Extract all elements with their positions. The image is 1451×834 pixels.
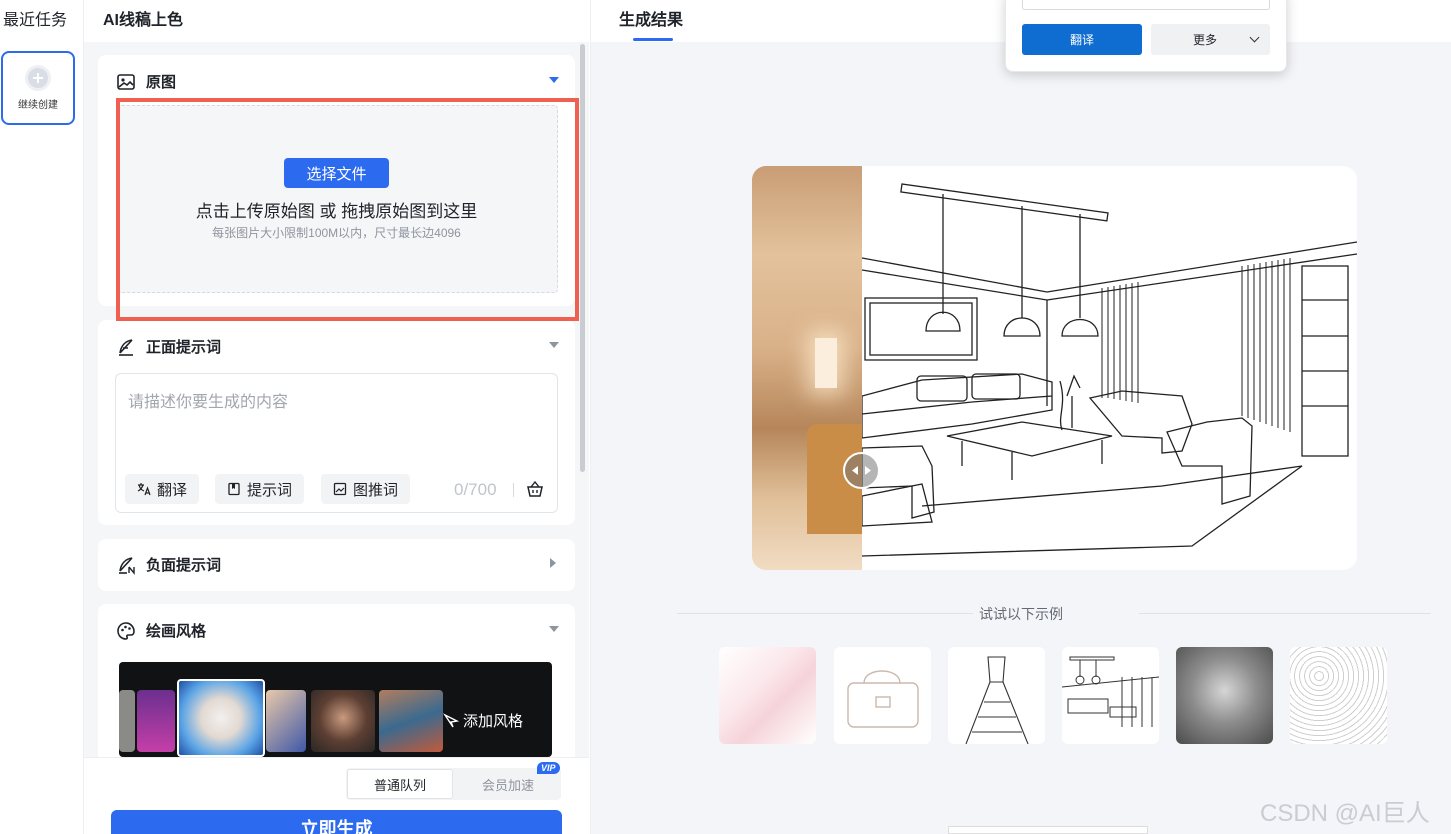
example-thumb-flowers[interactable] [719, 647, 816, 744]
normal-queue-option[interactable]: 普通队列 [347, 769, 453, 799]
negative-prompt-label: 负面提示词 [146, 557, 222, 574]
book-icon [228, 482, 240, 496]
feather-pen-icon [119, 338, 133, 356]
style-thumb[interactable] [137, 690, 175, 752]
tab-results[interactable]: 生成结果 [619, 6, 683, 30]
collapse-caret-icon[interactable] [549, 626, 559, 632]
collapse-caret-icon[interactable] [549, 342, 559, 348]
negative-prompt-header[interactable]: 负面提示词 [116, 554, 221, 575]
style-thumb-selected[interactable] [177, 679, 265, 757]
negative-pen-icon [119, 556, 135, 575]
translate-icon [137, 483, 151, 496]
lineart-sketch-half [861, 166, 1357, 570]
popup-more-button[interactable]: 更多 [1151, 24, 1270, 55]
negative-prompt-card[interactable]: 负面提示词 [98, 539, 575, 591]
original-image-header[interactable]: 原图 [116, 71, 176, 92]
example-thumb-livingroom[interactable] [1062, 647, 1159, 744]
translate-chip[interactable]: 翻译 [125, 474, 200, 504]
recent-tasks-rail: 最近任务 继续创建 [0, 0, 84, 834]
dress-sketch [965, 656, 1029, 744]
continue-create-button[interactable]: 继续创建 [1, 51, 75, 125]
prompt-placeholder: 请描述你要生成的内容 [128, 394, 289, 411]
example-thumb-girl-dragon[interactable] [1176, 647, 1273, 744]
panel-scrollbar[interactable] [580, 44, 585, 472]
style-thumb[interactable] [311, 690, 375, 752]
bottom-preview-strip [948, 826, 1148, 834]
positive-prompt-card: 正面提示词 请描述你要生成的内容 翻译 提示词 图推词 0/700 [98, 320, 575, 525]
painting-style-card: 绘画风格 添加风格 [98, 604, 575, 764]
image-prompt-icon [333, 482, 347, 496]
before-after-preview[interactable] [752, 166, 1357, 570]
queue-toggle: 普通队列 会员加速 VIP [346, 762, 561, 800]
painting-style-header[interactable]: 绘画风格 [116, 620, 206, 641]
lineart-sketch-image [861, 183, 1357, 557]
generate-bar: 普通队列 会员加速 VIP 立即生成 [84, 757, 589, 834]
popup-input[interactable] [1022, 0, 1270, 10]
highlight-annotation-box [116, 98, 579, 321]
prompt-words-chip[interactable]: 提示词 [215, 474, 305, 504]
continue-create-label: 继续创建 [18, 100, 58, 111]
example-thumb-cats[interactable] [1290, 647, 1387, 744]
image-to-prompt-chip[interactable]: 图推词 [321, 474, 411, 504]
original-image-label: 原图 [146, 74, 177, 91]
style-thumb[interactable] [379, 690, 443, 752]
example-thumb-bag[interactable] [834, 647, 931, 744]
lamp-glow [815, 338, 837, 388]
add-style-button[interactable]: 添加风格 [443, 710, 523, 731]
style-thumb[interactable] [266, 690, 306, 752]
colored-photo-half [752, 166, 862, 570]
style-thumb[interactable] [119, 690, 135, 752]
style-carousel[interactable]: 添加风格 [119, 662, 552, 757]
chevron-down-icon [1249, 32, 1260, 43]
compare-slider-handle[interactable] [843, 452, 880, 489]
expand-caret-icon[interactable] [550, 558, 556, 568]
watermark: CSDN @AI巨人 [1260, 800, 1430, 827]
active-tab-indicator [633, 38, 673, 41]
livingroom-sketch [1062, 656, 1159, 727]
palette-icon [117, 621, 135, 640]
char-counter: 0/700 [454, 480, 497, 499]
add-style-icon [443, 712, 459, 727]
example-thumb-dress[interactable] [948, 647, 1045, 744]
examples-heading: 试试以下示例 [979, 606, 1063, 622]
generate-now-button[interactable]: 立即生成 [111, 810, 562, 834]
painting-style-label: 绘画风格 [146, 623, 207, 640]
left-right-arrows-icon [852, 466, 871, 475]
image-icon [117, 73, 135, 90]
popup-translate-button[interactable]: 翻译 [1022, 24, 1142, 55]
positive-prompt-header[interactable]: 正面提示词 [116, 336, 221, 357]
plus-icon [25, 65, 51, 91]
result-area: 生成结果 试试以下示例 [590, 0, 1451, 834]
page-title: AI线稿上色 [103, 12, 184, 29]
bag-sketch [847, 670, 919, 728]
recent-tasks-title: 最近任务 [3, 12, 68, 29]
collapse-caret-icon[interactable] [549, 77, 559, 83]
vip-badge: VIP [537, 762, 560, 774]
translate-popup: 翻译 更多 [1005, 0, 1287, 72]
positive-prompt-label: 正面提示词 [146, 339, 222, 356]
clear-basket-icon[interactable] [526, 480, 544, 498]
positive-prompt-input[interactable]: 请描述你要生成的内容 翻译 提示词 图推词 0/700 [115, 373, 558, 513]
